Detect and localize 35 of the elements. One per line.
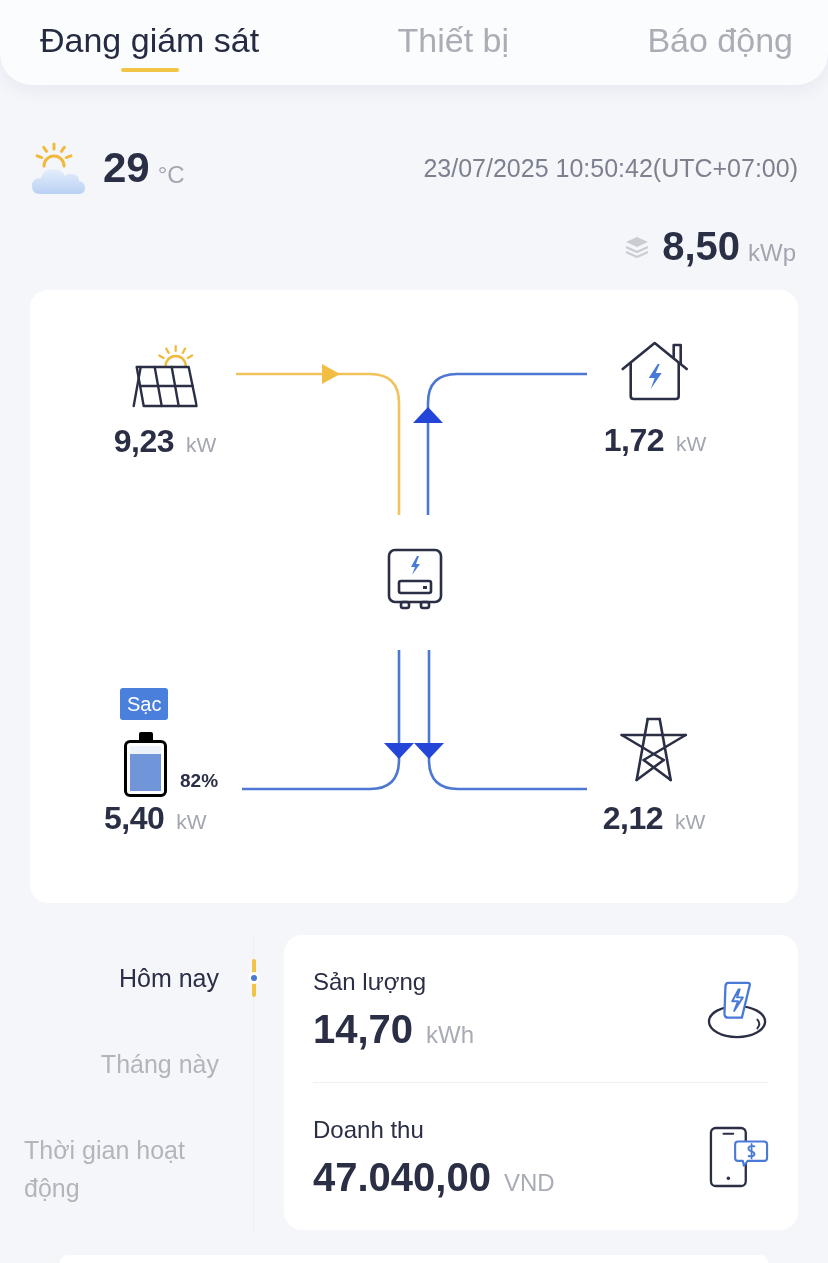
period-tab[interactable]: Thời gian hoạt động	[24, 1130, 219, 1207]
tab[interactable]: Đang giám sát	[40, 16, 260, 72]
stat-value: 14,70	[313, 1005, 414, 1053]
period-indicator-icon	[248, 959, 260, 997]
power-tower-icon	[620, 716, 688, 782]
power-value: 2,12	[602, 800, 663, 836]
power-value: 1,72	[603, 422, 664, 458]
layers-icon	[625, 235, 650, 258]
power-unit: kW	[186, 432, 217, 458]
power-unit: kW	[676, 431, 707, 457]
temperature: 29	[103, 144, 150, 192]
stat-label: Doanh thu	[313, 1114, 425, 1145]
tab-underline	[120, 68, 179, 72]
power-value: 9,23	[113, 423, 174, 459]
sun-cloud-icon	[30, 140, 86, 196]
stat-value: 47.040,00	[313, 1153, 491, 1201]
phone-dollar-icon	[709, 1125, 769, 1188]
datetime: 23/07/2025 10:50:42(UTC+07:00)	[423, 153, 798, 183]
tab[interactable]: Thiết bị	[397, 16, 510, 72]
period-tab[interactable]: Hôm nay	[118, 959, 219, 997]
period-tab[interactable]: Tháng này	[100, 1045, 219, 1083]
power-value: 5,40	[104, 800, 165, 836]
status-badge: Sạc	[120, 688, 169, 720]
power-unit: kW	[675, 809, 706, 835]
battery-percent: 82%	[180, 770, 219, 792]
stat-unit: VND	[503, 1168, 555, 1197]
stat-label: Sản lượng	[313, 966, 428, 997]
tab[interactable]: Báo động	[647, 16, 793, 72]
inverter-icon	[387, 548, 443, 611]
stat-unit: kWh	[426, 1020, 475, 1049]
house-icon	[620, 340, 690, 402]
capacity-value: 8,50	[662, 224, 740, 269]
temperature-unit: °C	[157, 161, 185, 189]
capacity-unit: kWp	[748, 238, 796, 267]
power-unit: kW	[176, 809, 207, 835]
